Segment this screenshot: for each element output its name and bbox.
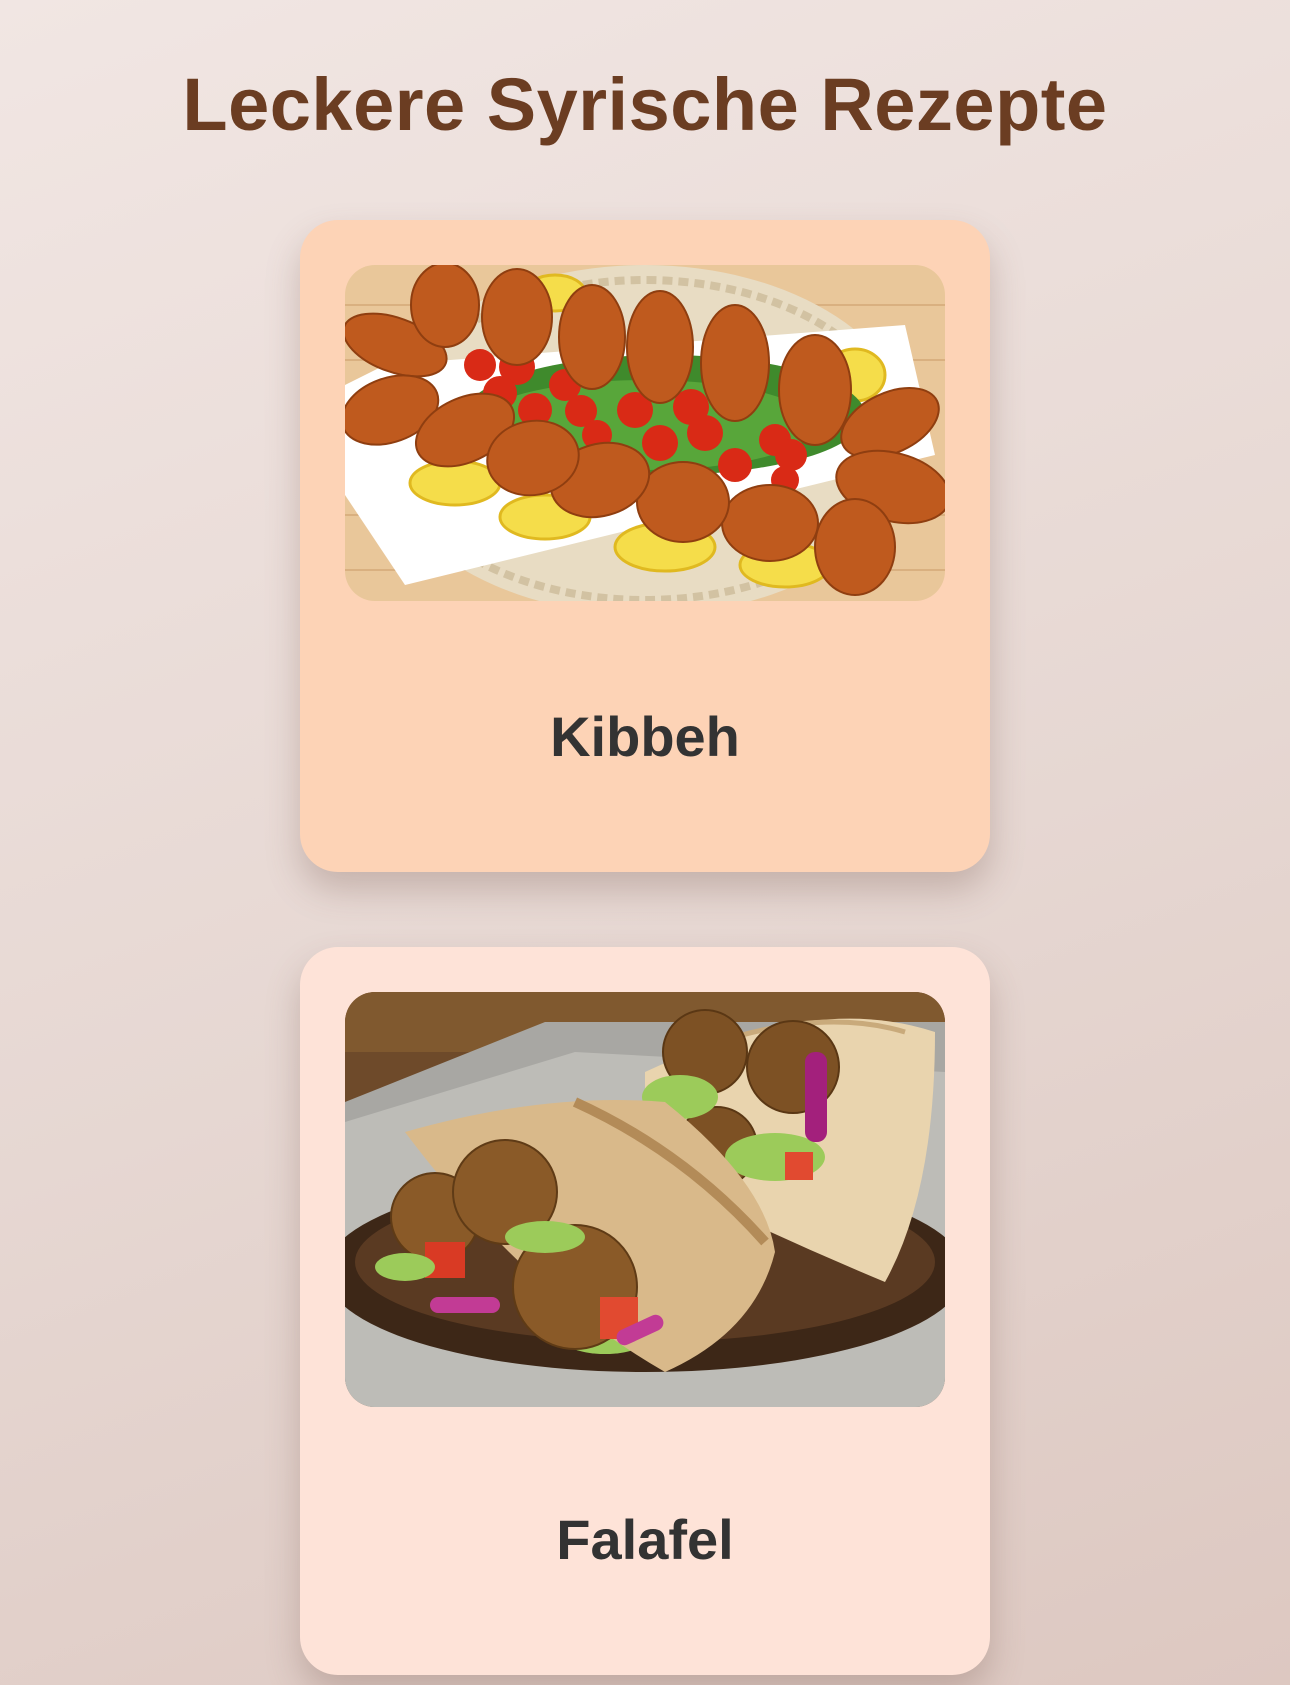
- recipe-card-kibbeh[interactable]: Kibbeh: [300, 220, 990, 872]
- falafel-photo: [345, 992, 945, 1407]
- kibbeh-illustration: [345, 265, 945, 601]
- falafel-illustration: [345, 992, 945, 1407]
- recipe-card-falafel[interactable]: Falafel: [300, 947, 990, 1675]
- recipe-name-kibbeh: Kibbeh: [550, 705, 740, 768]
- page-title: Leckere Syrische Rezepte: [182, 63, 1108, 146]
- kibbeh-photo: [345, 265, 945, 601]
- recipe-name-falafel: Falafel: [556, 1508, 734, 1571]
